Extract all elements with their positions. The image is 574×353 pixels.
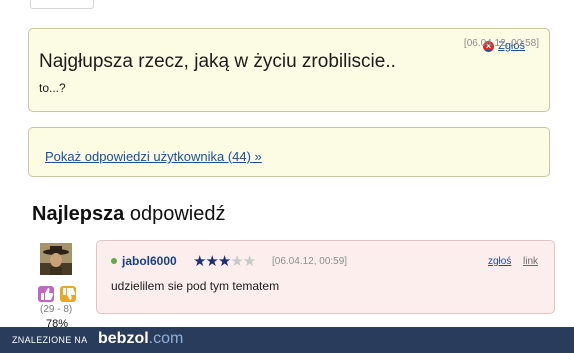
question-avatar-frame [30, 0, 94, 9]
user-rating: ★★★★★ [193, 252, 256, 270]
answer-user[interactable]: jabol6000 [111, 254, 177, 268]
star-empty-icon: ★ [230, 253, 243, 270]
answer-date: [06.04.12, 00:59] [272, 256, 348, 267]
star-empty-icon: ★ [242, 253, 256, 270]
star-icon: ★ [193, 253, 206, 270]
user-answers-link[interactable]: Pokaż odpowiedzi użytkownika (44) » [45, 149, 262, 164]
footer-brand-suffix: .com [148, 330, 184, 347]
answer-avatar[interactable] [40, 243, 72, 275]
thumbs-down-icon[interactable] [60, 286, 76, 302]
vote-count: (29 - 8) [40, 304, 73, 315]
question-title: Najgłupsza rzecz, jaką w życiu zrobilisc… [39, 51, 396, 72]
answers-link-box: Pokaż odpowiedzi użytkownika (44) » [28, 127, 550, 177]
best-answer-heading-rest: odpowiedź [129, 203, 226, 225]
question-body: to...? [39, 81, 66, 95]
footer-bar: ZNALEZIONE NA bebzol.com [0, 327, 574, 353]
star-half-icon: ★ [217, 253, 231, 270]
answer-report-link[interactable]: zgłoś [488, 256, 511, 267]
footer-brand-logo[interactable]: bebzol.com [98, 330, 183, 348]
question-box: × Zgłoś [06.04.12, 00:58] Najgłupsza rze… [28, 28, 550, 112]
answer-permalink[interactable]: link [523, 256, 538, 267]
thumbs-up-icon[interactable] [38, 286, 54, 302]
footer-brand-name: bebzol [98, 330, 149, 347]
footer-label: ZNALEZIONE NA [12, 335, 88, 345]
avatar-image [40, 243, 72, 275]
online-status-icon [111, 258, 117, 264]
star-icon: ★ [205, 253, 218, 270]
answer-username[interactable]: jabol6000 [122, 254, 177, 268]
answer-text: udzielilem sie pod tym tematem [111, 279, 280, 293]
question-date: [06.04.12, 00:58] [463, 38, 539, 49]
best-answer-heading: Najlepsza odpowiedź [32, 203, 225, 226]
best-answer-heading-bold: Najlepsza [32, 203, 125, 225]
best-answer-box: jabol6000 ★★★★★ [06.04.12, 00:59] zgłoś … [96, 240, 555, 314]
